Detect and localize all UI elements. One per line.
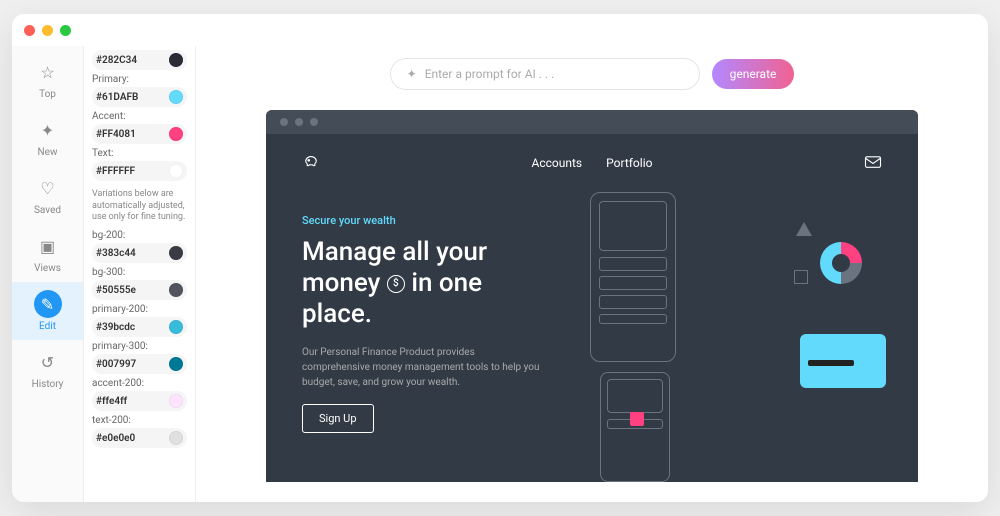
rail-edit[interactable]: ✎ Edit <box>12 282 83 340</box>
color-text: Text: <box>92 148 187 181</box>
maximize-dot[interactable] <box>60 25 71 36</box>
titlebar <box>12 14 988 46</box>
phone-outline-small <box>600 372 670 482</box>
color-bg-input[interactable] <box>96 55 165 66</box>
main-area: ✦ Enter a prompt for AI . . . generate <box>196 46 988 502</box>
rail-label: Saved <box>34 205 61 216</box>
color-variation: primary-200: <box>92 304 187 337</box>
credit-card-icon <box>800 334 886 388</box>
hero-illustration <box>582 214 882 433</box>
eyebrow: Secure your wealth <box>302 214 542 227</box>
browser-bar <box>266 110 918 134</box>
minimize-dot[interactable] <box>42 25 53 36</box>
color-bg <box>92 50 187 70</box>
site-nav: Accounts Portfolio <box>302 152 882 174</box>
close-dot[interactable] <box>24 25 35 36</box>
field-label: text-200: <box>92 415 187 426</box>
field-label: primary-300: <box>92 341 187 352</box>
phone-outline <box>590 192 676 362</box>
variation-input[interactable] <box>96 433 165 444</box>
hero-desc: Our Personal Finance Product provides co… <box>302 345 542 390</box>
piggy-icon <box>302 152 320 174</box>
swatch[interactable] <box>169 246 183 260</box>
sidebar-rail: ☆ Top ✦ New ♡ Saved ▣ Views ✎ Edit ↺ His… <box>12 46 84 502</box>
variation-input[interactable] <box>96 396 165 407</box>
rail-views[interactable]: ▣ Views <box>12 224 83 282</box>
history-icon: ↺ <box>34 348 62 376</box>
hero: Secure your wealth Manage all your money… <box>302 214 882 433</box>
mail-icon[interactable] <box>864 154 882 173</box>
signup-button[interactable]: Sign Up <box>302 404 374 433</box>
field-label: primary-200: <box>92 304 187 315</box>
nav-accounts[interactable]: Accounts <box>532 156 583 170</box>
rail-history[interactable]: ↺ History <box>12 340 83 398</box>
nav-portfolio[interactable]: Portfolio <box>606 156 652 170</box>
swatch[interactable] <box>169 283 183 297</box>
browser-frame: Accounts Portfolio Secure your wealth <box>266 110 918 482</box>
heart-icon: ♡ <box>34 174 62 202</box>
sparkle-icon: ✦ <box>407 67 417 81</box>
topbar: ✦ Enter a prompt for AI . . . generate <box>196 46 988 110</box>
rail-saved[interactable]: ♡ Saved <box>12 166 83 224</box>
rail-label: Views <box>34 263 61 274</box>
swatch[interactable] <box>169 90 183 104</box>
prompt-input[interactable]: ✦ Enter a prompt for AI . . . <box>390 58 700 90</box>
color-accent: Accent: <box>92 111 187 144</box>
rail-top[interactable]: ☆ Top <box>12 50 83 108</box>
rail-label: Edit <box>39 321 56 332</box>
color-variation: text-200: <box>92 415 187 448</box>
prompt-placeholder: Enter a prompt for AI . . . <box>425 67 555 81</box>
square-shape <box>794 270 808 284</box>
site-content: Accounts Portfolio Secure your wealth <box>266 134 918 482</box>
color-panel: Primary: Accent: Text: <box>84 46 196 502</box>
field-label: Text: <box>92 148 187 159</box>
preview-area: Accounts Portfolio Secure your wealth <box>196 110 988 502</box>
browser-dot <box>280 118 288 126</box>
sparkle-icon: ✦ <box>34 116 62 144</box>
field-label: Primary: <box>92 74 187 85</box>
field-label: bg-200: <box>92 230 187 241</box>
color-accent-input[interactable] <box>96 129 165 140</box>
panel-note: Variations below are automatically adjus… <box>92 189 187 224</box>
rail-label: New <box>38 147 58 158</box>
rail-label: Top <box>39 89 56 100</box>
star-icon: ☆ <box>34 58 62 86</box>
field-label: Accent: <box>92 111 187 122</box>
browser-dot <box>295 118 303 126</box>
generate-button[interactable]: generate <box>712 59 795 89</box>
swatch[interactable] <box>169 431 183 445</box>
layout-icon: ▣ <box>34 232 62 260</box>
field-label: bg-300: <box>92 267 187 278</box>
pie-chart-icon <box>820 242 862 284</box>
rail-new[interactable]: ✦ New <box>12 108 83 166</box>
app-window: ☆ Top ✦ New ♡ Saved ▣ Views ✎ Edit ↺ His… <box>12 14 988 502</box>
lock-icon <box>630 412 644 426</box>
variation-input[interactable] <box>96 285 165 296</box>
color-text-input[interactable] <box>96 166 165 177</box>
color-variation: bg-200: <box>92 230 187 263</box>
field-label: accent-200: <box>92 378 187 389</box>
variation-input[interactable] <box>96 322 165 333</box>
swatch[interactable] <box>169 357 183 371</box>
color-primary-input[interactable] <box>96 92 165 103</box>
variation-input[interactable] <box>96 359 165 370</box>
pencil-icon: ✎ <box>34 290 62 318</box>
color-primary: Primary: <box>92 74 187 107</box>
color-variation: primary-300: <box>92 341 187 374</box>
hero-title: Manage all your money $ in one place. <box>302 237 542 331</box>
swatch[interactable] <box>169 53 183 67</box>
rail-label: History <box>32 379 64 390</box>
browser-dot <box>310 118 318 126</box>
color-variation: accent-200: <box>92 378 187 411</box>
swatch[interactable] <box>169 394 183 408</box>
triangle-shape <box>796 222 812 236</box>
variation-input[interactable] <box>96 248 165 259</box>
swatch[interactable] <box>169 320 183 334</box>
swatch[interactable] <box>169 127 183 141</box>
swatch[interactable] <box>169 164 183 178</box>
color-variation: bg-300: <box>92 267 187 300</box>
